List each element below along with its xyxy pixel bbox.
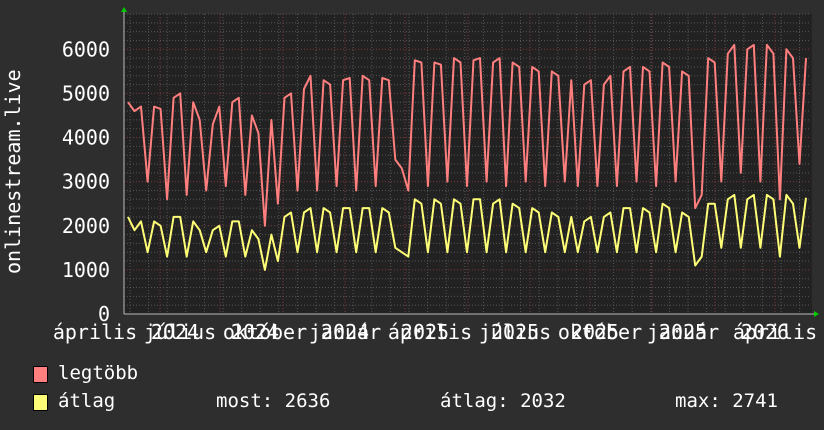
x-tick-year: 2025 bbox=[491, 320, 539, 344]
stat-most: most: 2636 bbox=[216, 390, 331, 412]
y-tick-label: 6000 bbox=[62, 37, 110, 61]
stat-atlag: átlag: 2032 bbox=[440, 390, 566, 412]
legend-swatch-legtobb bbox=[33, 366, 48, 383]
y-tick-label: 5000 bbox=[62, 81, 110, 105]
y-tick-label: 3000 bbox=[62, 170, 110, 194]
x-axis-arrow-icon bbox=[814, 311, 819, 317]
x-tick-year: 2025 bbox=[659, 320, 707, 344]
y-tick-label: 2000 bbox=[62, 214, 110, 238]
x-tick-year: 2024 bbox=[231, 320, 279, 344]
stat-max: max: 2741 bbox=[675, 390, 778, 412]
legend-swatch-atlag bbox=[33, 394, 48, 411]
y-tick-label: 4000 bbox=[62, 126, 110, 150]
x-tick-year: 2026 bbox=[741, 320, 789, 344]
y-axis-arrow-icon bbox=[121, 7, 127, 12]
legend-label-legtobb: legtöbb bbox=[58, 362, 139, 384]
x-tick-year: 2025 bbox=[401, 320, 449, 344]
y-axis-label: onlinestream.live bbox=[1, 69, 25, 274]
x-tick-year: 2024 bbox=[151, 320, 199, 344]
x-tick-year: 2024 bbox=[321, 320, 369, 344]
y-tick-label: 1000 bbox=[62, 258, 110, 282]
legend-label-atlag: átlag bbox=[58, 390, 116, 412]
x-tick-year: 2025 bbox=[571, 320, 619, 344]
x-tick-month: április bbox=[53, 320, 137, 344]
